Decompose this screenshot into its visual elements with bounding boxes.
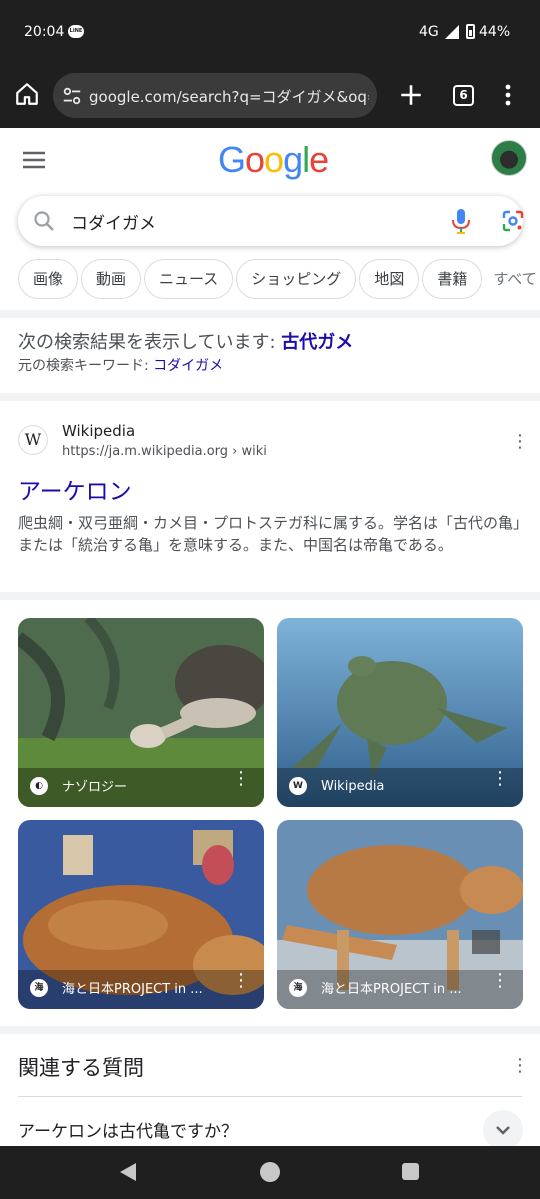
chip-all[interactable]: すべて xyxy=(485,260,540,299)
result-title-link[interactable]: アーケロン xyxy=(18,472,132,506)
google-logo[interactable]: Google xyxy=(218,139,329,181)
lens-icon[interactable] xyxy=(501,209,525,233)
status-bar: 20:04 LINE 4G 44% xyxy=(0,0,540,62)
image-source: 海 海と日本PROJECT in ... xyxy=(30,978,234,997)
mic-icon[interactable] xyxy=(450,208,472,234)
original-query-link[interactable]: コダイガメ xyxy=(153,358,223,374)
new-tab-icon[interactable] xyxy=(398,82,424,108)
chip-shopping[interactable]: ショッピング xyxy=(236,259,357,299)
source-icon: 海 xyxy=(289,978,307,997)
image-source: 海 海と日本PROJECT in ... xyxy=(289,978,493,997)
search-filter-chips: 画像 動画 ニュース ショッピング 地図 書籍 すべて xyxy=(18,259,540,299)
result-site-name[interactable]: Wikipedia xyxy=(62,422,135,440)
system-nav-bar xyxy=(0,1146,540,1199)
tab-switcher-button[interactable]: 6 xyxy=(453,85,474,106)
browser-toolbar: google.com/search?q=コダイガメ&oq=コ 6 xyxy=(0,62,540,128)
source-icon: ◐ xyxy=(30,776,48,795)
chip-maps[interactable]: 地図 xyxy=(359,259,420,299)
image-result[interactable]: W Wikipedia ⋮ xyxy=(277,618,523,807)
battery-icon xyxy=(466,24,475,39)
image-more-icon[interactable]: ⋮ xyxy=(232,970,250,991)
image-more-icon[interactable]: ⋮ xyxy=(491,768,509,789)
result-url[interactable]: https://ja.m.wikipedia.org › wiki xyxy=(62,444,267,459)
section-divider xyxy=(0,592,540,600)
image-result[interactable]: 海 海と日本PROJECT in ... ⋮ xyxy=(277,820,523,1009)
divider-line xyxy=(18,1096,522,1097)
section-divider xyxy=(0,310,540,318)
hamburger-menu-icon[interactable] xyxy=(22,150,46,170)
related-questions-heading: 関連する質問 xyxy=(18,1056,144,1080)
chip-books[interactable]: 書籍 xyxy=(422,259,483,299)
source-icon: W xyxy=(289,777,307,795)
clock: 20:04 xyxy=(24,24,65,40)
related-more-icon[interactable] xyxy=(511,1055,529,1076)
chip-images[interactable]: 画像 xyxy=(18,259,79,299)
signal-icon xyxy=(445,25,459,39)
image-source: ◐ ナゾロジー xyxy=(30,776,234,795)
search-box[interactable]: コダイガメ xyxy=(18,196,525,246)
section-divider xyxy=(0,1026,540,1034)
url-text[interactable]: google.com/search?q=コダイガメ&oq=コ xyxy=(89,86,369,107)
image-result[interactable]: 海 海と日本PROJECT in ... ⋮ xyxy=(18,820,264,1009)
corrected-query-link[interactable]: 古代ガメ xyxy=(281,332,353,353)
expand-button[interactable] xyxy=(483,1110,523,1150)
home-button-icon[interactable] xyxy=(260,1162,280,1182)
battery-percent: 44% xyxy=(479,24,511,40)
site-settings-icon[interactable] xyxy=(61,85,83,107)
chip-news[interactable]: ニュース xyxy=(144,259,234,299)
result-snippet: 爬虫綱・双弓亜綱・カメ目・プロトステガ科に属する。学名は「古代の亀」または「統治… xyxy=(18,514,521,554)
home-icon[interactable] xyxy=(14,81,40,107)
search-icon xyxy=(34,211,54,231)
showing-results-for: 次の検索結果を表示しています: 古代ガメ xyxy=(18,332,354,353)
chip-videos[interactable]: 動画 xyxy=(81,259,142,299)
account-avatar[interactable] xyxy=(491,140,527,176)
line-notification-icon: LINE xyxy=(68,25,84,38)
image-source: W Wikipedia xyxy=(289,777,493,795)
image-more-icon[interactable]: ⋮ xyxy=(232,768,250,789)
source-icon: 海 xyxy=(30,978,48,997)
address-bar[interactable]: google.com/search?q=コダイガメ&oq=コ xyxy=(53,73,377,118)
image-result[interactable]: ◐ ナゾロジー ⋮ xyxy=(18,618,264,807)
result-more-icon[interactable] xyxy=(511,431,529,452)
search-query[interactable]: コダイガメ xyxy=(71,209,156,234)
screen: 20:04 LINE 4G 44% google.com/search?q=コダ… xyxy=(0,0,540,1199)
recents-icon[interactable] xyxy=(402,1163,419,1180)
image-more-icon[interactable]: ⋮ xyxy=(491,970,509,991)
section-divider xyxy=(0,393,540,401)
chevron-down-icon xyxy=(496,1126,510,1135)
original-query-line: 元の検索キーワード: コダイガメ xyxy=(18,358,224,374)
more-options-icon[interactable] xyxy=(499,83,517,107)
wikipedia-favicon: W xyxy=(18,425,48,455)
related-question[interactable]: アーケロンは古代亀ですか？ xyxy=(18,1117,238,1142)
back-icon[interactable] xyxy=(120,1163,136,1181)
network-type: 4G xyxy=(419,24,439,40)
